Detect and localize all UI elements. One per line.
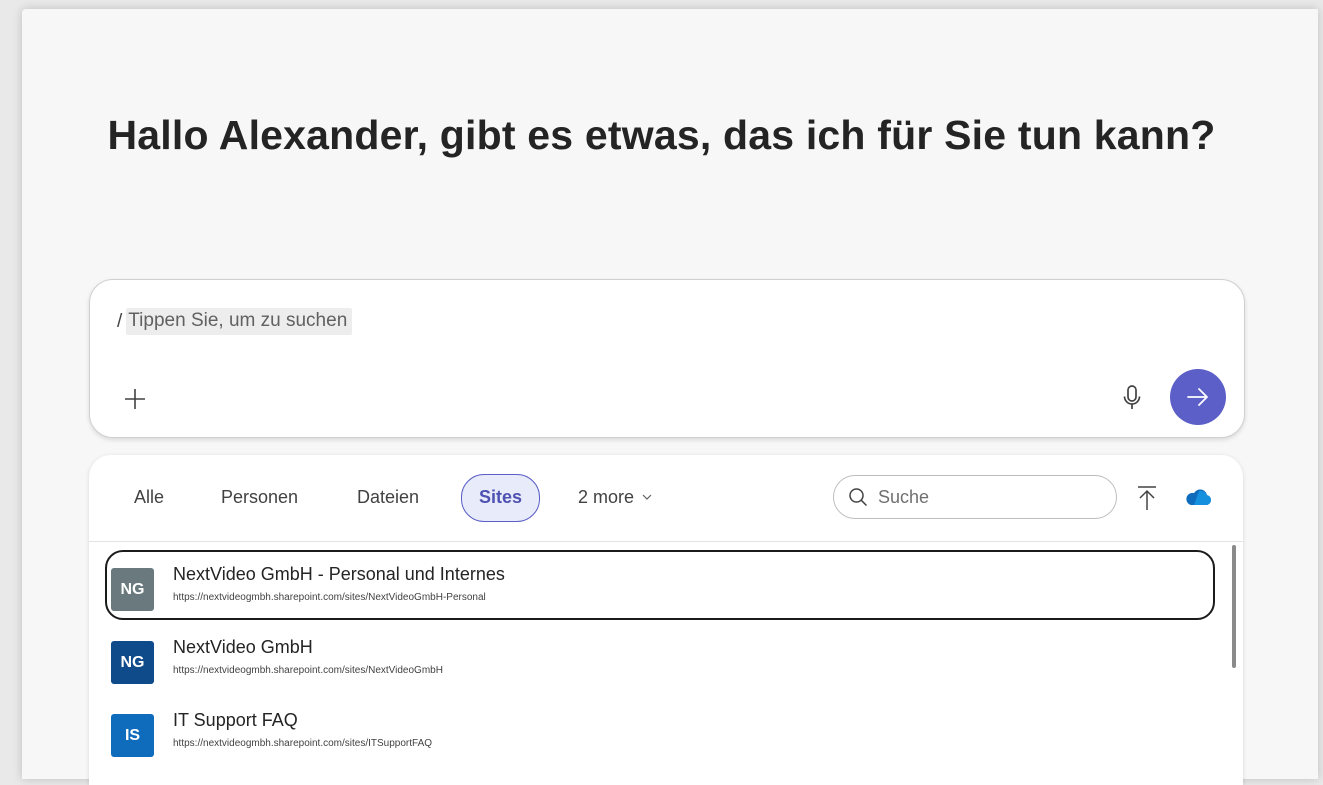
- add-attachment-button[interactable]: [117, 381, 153, 417]
- tab-sites[interactable]: Sites: [461, 474, 541, 522]
- tab-alle[interactable]: Alle: [122, 474, 176, 520]
- site-title: NextVideo GmbH: [173, 637, 313, 657]
- site-result-item[interactable]: IS IT Support FAQ https://nextvideogmbh.…: [105, 696, 1215, 766]
- tab-dateien[interactable]: Dateien: [345, 474, 431, 520]
- search-icon: [849, 488, 868, 507]
- greeting-heading: Hallo Alexander, gibt es etwas, das ich …: [107, 112, 1216, 158]
- site-url: https://nextvideogmbh.sharepoint.com/sit…: [173, 592, 486, 603]
- results-scrollbar[interactable]: [1232, 545, 1236, 668]
- more-tabs-dropdown[interactable]: 2 more: [566, 474, 664, 520]
- site-url: https://nextvideogmbh.sharepoint.com/sit…: [173, 665, 443, 676]
- arrow-right-icon: [1187, 388, 1208, 406]
- send-button[interactable]: [1170, 369, 1226, 425]
- search-placeholder: Suche: [878, 486, 930, 507]
- composer-placeholder: Tippen Sie, um zu suchen: [126, 308, 353, 335]
- onedrive-cloud-icon: [1186, 489, 1212, 505]
- site-title: NextVideo GmbH - Personal und Internes: [173, 564, 505, 584]
- search-results-panel: Alle Personen Dateien Sites 2 more Suche: [89, 455, 1243, 785]
- site-avatar: IS: [111, 714, 154, 757]
- chat-composer[interactable]: / Tippen Sie, um zu suchen: [89, 279, 1245, 438]
- onedrive-button[interactable]: [1183, 485, 1213, 509]
- site-title: IT Support FAQ: [173, 710, 298, 730]
- more-tabs-label: 2 more: [578, 487, 635, 507]
- microphone-button[interactable]: [1114, 380, 1150, 416]
- tab-personen[interactable]: Personen: [209, 474, 310, 520]
- upload-button[interactable]: [1132, 481, 1162, 515]
- site-result-item[interactable]: NG NextVideo GmbH - Personal und Interne…: [105, 550, 1215, 620]
- site-avatar: NG: [111, 641, 154, 684]
- plus-icon: [125, 389, 145, 409]
- chevron-down-icon: [642, 494, 652, 500]
- composer-input[interactable]: / Tippen Sie, um zu suchen: [117, 308, 353, 335]
- slash-command-indicator: /: [117, 310, 123, 332]
- upload-icon: [1138, 486, 1156, 510]
- site-result-item[interactable]: NG NextVideo GmbH https://nextvideogmbh.…: [105, 623, 1215, 693]
- microphone-icon: [1123, 385, 1141, 409]
- search-field[interactable]: Suche: [833, 475, 1117, 519]
- site-url: https://nextvideogmbh.sharepoint.com/sit…: [173, 738, 433, 749]
- filter-tabs: Alle Personen Dateien Sites 2 more Suche: [89, 455, 1243, 542]
- site-avatar: NG: [111, 568, 154, 611]
